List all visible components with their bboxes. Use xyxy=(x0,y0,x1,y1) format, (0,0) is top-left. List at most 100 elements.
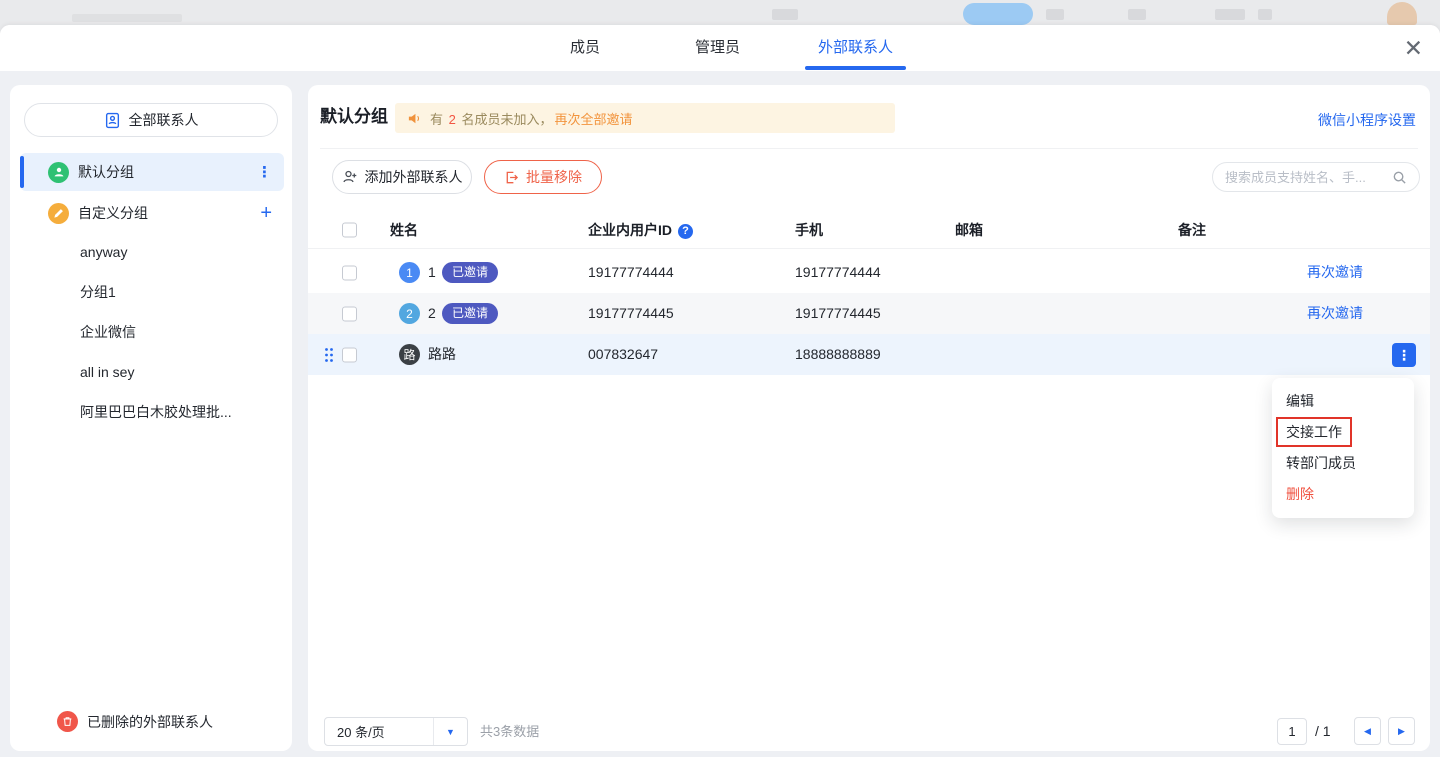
sidebar-subgroup-wechat[interactable]: 企业微信 xyxy=(80,322,136,342)
all-contacts-label: 全部联系人 xyxy=(129,110,199,130)
context-menu: 编辑 交接工作 转部门成员 删除 xyxy=(1272,378,1414,518)
menu-item-handover[interactable]: 交接工作 xyxy=(1272,417,1414,448)
menu-item-transfer-member[interactable]: 转部门成员 xyxy=(1272,448,1414,479)
reinvite-link[interactable]: 再次邀请 xyxy=(1307,252,1363,293)
background-ghost-icon xyxy=(1215,9,1245,20)
menu-item-delete[interactable]: 删除 xyxy=(1272,479,1414,510)
background-ghost-icon xyxy=(1128,9,1146,20)
header-divider xyxy=(320,148,1418,149)
prev-arrow-icon: ◀ xyxy=(1364,726,1371,737)
background-ghost-icon xyxy=(772,9,798,20)
remove-export-icon xyxy=(504,170,519,185)
user-id: 19177774444 xyxy=(588,252,674,293)
deleted-contacts-label: 已删除的外部联系人 xyxy=(87,712,213,732)
sidebar-item-default-group[interactable]: 默认分组 ⋮ xyxy=(20,153,284,191)
table-row-selected: 路 路路 007832647 18888888889 ⋮ xyxy=(308,334,1430,375)
contact-name: 2 xyxy=(428,293,436,334)
select-all-checkbox[interactable] xyxy=(342,222,357,237)
tab-external-contacts[interactable]: 外部联系人 xyxy=(818,25,893,71)
sidebar-item-label: 自定义分组 xyxy=(78,203,148,223)
column-header-userid: 企业内用户ID? xyxy=(588,211,693,249)
background-app-bar xyxy=(0,0,1440,25)
contact-name: 路路 xyxy=(428,334,456,375)
row-checkbox[interactable] xyxy=(342,306,357,321)
person-add-icon xyxy=(342,169,358,185)
background-ghost-icon xyxy=(1258,9,1272,20)
phone: 19177774444 xyxy=(795,252,881,293)
add-group-icon[interactable]: + xyxy=(260,203,272,223)
table-row: 1 1 已邀请 19177774444 19177774444 再次邀请 xyxy=(308,252,1430,293)
help-icon[interactable]: ? xyxy=(678,224,693,239)
sidebar-item-deleted-contacts[interactable]: 已删除的外部联系人 xyxy=(57,711,213,732)
search-box xyxy=(1212,162,1420,192)
invited-badge: 已邀请 xyxy=(442,303,498,324)
contacts-book-icon xyxy=(104,112,121,129)
reinvite-link[interactable]: 再次邀请 xyxy=(1307,293,1363,334)
phone: 18888888889 xyxy=(795,334,881,375)
page-size-select[interactable]: 20 条/页 ▼ xyxy=(324,717,468,746)
menu-item-edit[interactable]: 编辑 xyxy=(1272,386,1414,417)
avatar: 1 xyxy=(399,262,420,283)
sidebar-item-label: 默认分组 xyxy=(78,162,134,182)
drag-handle-icon[interactable] xyxy=(324,347,334,363)
contact-name: 1 xyxy=(428,252,436,293)
group-person-icon xyxy=(48,162,69,183)
page-title: 默认分组 xyxy=(320,102,388,127)
next-page-button[interactable]: ▶ xyxy=(1388,717,1415,745)
row-checkbox[interactable] xyxy=(342,265,357,280)
banner-text: 有 2 名成员未加入，再次全部邀请 xyxy=(430,109,633,128)
background-ghost-icon xyxy=(1046,9,1064,20)
table-row: 2 2 已邀请 19177774445 19177774445 再次邀请 xyxy=(308,293,1430,334)
prev-page-button[interactable]: ◀ xyxy=(1354,717,1381,745)
total-pages-label: / 1 xyxy=(1315,717,1331,746)
column-header-remark: 备注 xyxy=(1178,211,1206,249)
column-header-name: 姓名 xyxy=(390,211,418,249)
highlight-box: 交接工作 xyxy=(1276,417,1352,447)
column-header-email: 邮箱 xyxy=(955,211,983,249)
batch-remove-button[interactable]: 批量移除 xyxy=(484,160,602,194)
search-icon[interactable] xyxy=(1392,170,1407,185)
reinvite-all-link[interactable]: 再次全部邀请 xyxy=(554,112,632,127)
more-vertical-icon[interactable]: ⋮ xyxy=(257,163,272,181)
phone: 19177774445 xyxy=(795,293,881,334)
sidebar-subgroup-anyway[interactable]: anyway xyxy=(80,242,127,262)
selected-indicator xyxy=(20,156,24,188)
background-user-avatar xyxy=(1387,2,1417,25)
sidebar-subgroup-alibaba[interactable]: 阿里巴巴白木胶处理批... xyxy=(80,402,232,422)
uninvited-count: 2 xyxy=(449,112,456,127)
pencil-icon xyxy=(48,203,69,224)
user-id: 19177774445 xyxy=(588,293,674,334)
background-blue-button xyxy=(963,3,1033,25)
table-header: 姓名 企业内用户ID? 手机 邮箱 备注 xyxy=(308,211,1430,249)
background-ghost-text xyxy=(72,14,182,22)
sidebar: 全部联系人 默认分组 ⋮ 自定义分组 + an xyxy=(10,85,292,751)
sidebar-subgroup-group1[interactable]: 分组1 xyxy=(80,282,116,302)
close-icon[interactable]: ✕ xyxy=(1404,31,1423,65)
page-number-input[interactable] xyxy=(1277,718,1307,745)
page: 成员 管理员 外部联系人 ✕ 全部联系人 默认分组 xyxy=(0,0,1440,757)
tab-bar: 成员 管理员 外部联系人 ✕ xyxy=(0,25,1440,71)
avatar: 路 xyxy=(399,344,420,365)
user-id: 007832647 xyxy=(588,334,658,375)
wechat-miniprogram-settings-link[interactable]: 微信小程序设置 xyxy=(1318,110,1416,130)
add-external-contact-button[interactable]: 添加外部联系人 xyxy=(332,160,472,194)
column-header-phone: 手机 xyxy=(795,211,823,249)
row-checkbox[interactable] xyxy=(342,347,357,362)
row-actions-button[interactable]: ⋮ xyxy=(1392,343,1416,367)
speaker-icon xyxy=(407,111,422,126)
modal-dialog: 成员 管理员 外部联系人 ✕ 全部联系人 默认分组 xyxy=(0,25,1440,757)
tab-members[interactable]: 成员 xyxy=(570,25,600,71)
avatar: 2 xyxy=(399,303,420,324)
all-contacts-button[interactable]: 全部联系人 xyxy=(24,103,278,137)
tab-admins[interactable]: 管理员 xyxy=(695,25,740,71)
caret-down-icon: ▼ xyxy=(433,718,467,745)
total-count-label: 共3条数据 xyxy=(480,717,539,746)
sidebar-item-custom-group[interactable]: 自定义分组 + xyxy=(20,194,284,232)
modal-body: 全部联系人 默认分组 ⋮ 自定义分组 + an xyxy=(0,71,1440,757)
main-panel: 默认分组 有 2 名成员未加入，再次全部邀请 微信小程序设置 添加外部联系人 xyxy=(308,85,1430,751)
invited-badge: 已邀请 xyxy=(442,262,498,283)
notice-banner: 有 2 名成员未加入，再次全部邀请 xyxy=(395,103,895,133)
sidebar-subgroup-allinsey[interactable]: all in sey xyxy=(80,362,134,382)
next-arrow-icon: ▶ xyxy=(1398,726,1405,737)
search-input[interactable] xyxy=(1225,170,1386,185)
